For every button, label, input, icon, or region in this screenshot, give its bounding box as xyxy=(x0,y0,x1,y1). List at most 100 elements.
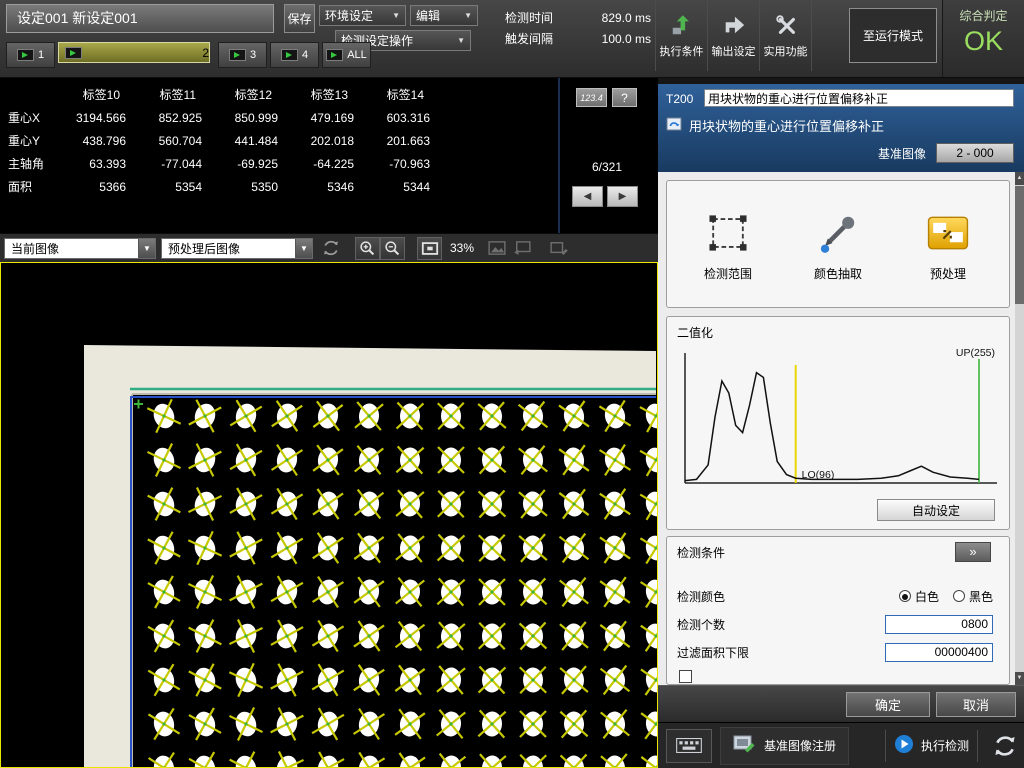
detect-count-label: 检测个数 xyxy=(677,616,725,633)
scene-tab-1[interactable]: 1 xyxy=(6,42,55,68)
ball-marker xyxy=(188,487,221,520)
unit-description: 用块状物的重心进行位置偏移补正 xyxy=(666,116,884,135)
tab-label: 1 xyxy=(38,49,44,61)
numeric-display-button[interactable]: 123.4 xyxy=(576,88,607,107)
detect-color-label: 检测颜色 xyxy=(677,588,725,605)
camera-image-view[interactable] xyxy=(0,262,658,768)
binarization-title: 二值化 xyxy=(677,324,713,341)
titlebar: 设定001 新设定001 保存 环境设定 ▼ 编辑 ▼ 检测设定操作 ▼ 检测时… xyxy=(0,0,1024,78)
ball-marker xyxy=(478,446,505,473)
utility-tools-icon xyxy=(774,13,798,40)
scrollbar-thumb[interactable] xyxy=(1015,186,1024,304)
refresh-image-button[interactable] xyxy=(318,237,343,260)
run-test-button[interactable]: 执行检测 xyxy=(894,734,969,757)
white-radio[interactable] xyxy=(899,590,911,602)
expand-button[interactable]: » xyxy=(955,542,991,562)
scroll-down-icon[interactable]: ▼ xyxy=(1015,672,1024,685)
image-source-select[interactable]: 当前图像 ▼ xyxy=(4,238,156,259)
scroll-up-icon[interactable]: ▲ xyxy=(1015,172,1024,185)
utility-button[interactable]: 实用功能 xyxy=(760,0,812,71)
ball-marker xyxy=(519,578,546,605)
color-extract-button[interactable]: 颜色抽取 xyxy=(789,206,887,282)
scene-tab-4[interactable]: 4 xyxy=(270,42,319,68)
scrollbar[interactable]: ▲ ▼ xyxy=(1015,172,1024,685)
auto-set-button[interactable]: 自动设定 xyxy=(877,499,995,521)
ball-marker xyxy=(397,403,424,430)
ball-marker xyxy=(600,577,630,607)
ball-marker xyxy=(148,620,180,652)
table-row: 主轴角63.393-77.044-69.925-64.225-70.963 xyxy=(0,153,438,176)
ball-marker xyxy=(354,577,384,607)
ball-marker xyxy=(354,533,383,562)
reference-image-value[interactable]: 2 - 000 xyxy=(936,143,1014,163)
ball-marker xyxy=(396,578,425,607)
detect-region-button[interactable]: 检测范围 xyxy=(679,206,777,282)
run-mode-button[interactable]: 至运行模式 xyxy=(849,8,937,63)
ball-marker xyxy=(396,490,424,518)
register-reference-button[interactable]: 基准图像注册 xyxy=(720,727,849,765)
ball-marker xyxy=(148,488,181,521)
softkey-button[interactable] xyxy=(666,729,712,763)
ball-marker xyxy=(147,443,180,476)
environment-menu-label: 环境设定 xyxy=(325,7,373,24)
ball-marker xyxy=(438,447,464,473)
environment-menu[interactable]: 环境设定 ▼ xyxy=(319,5,406,26)
white-radio-label: 白色 xyxy=(915,588,939,605)
scene-title[interactable]: 设定001 新设定001 xyxy=(6,4,274,33)
save-button[interactable]: 保存 xyxy=(284,4,315,33)
image-edit-icon[interactable] xyxy=(546,237,571,260)
capture-back-icon[interactable] xyxy=(509,237,534,260)
zoom-in-button[interactable] xyxy=(355,237,380,260)
detect-count-row: 检测个数 xyxy=(677,613,993,635)
detect-count-input[interactable] xyxy=(885,615,993,634)
ball-marker xyxy=(479,667,506,694)
ball-marker xyxy=(229,619,262,652)
preprocess-label: 预处理 xyxy=(930,265,966,282)
ball-marker xyxy=(560,578,589,607)
table-cell: 603.316 xyxy=(362,107,438,130)
exec-condition-icon xyxy=(670,13,694,40)
black-radio[interactable] xyxy=(953,590,965,602)
ball-marker xyxy=(437,754,466,767)
table-cell: 479.169 xyxy=(286,107,362,130)
ball-marker xyxy=(641,709,657,739)
partial-checkbox[interactable] xyxy=(679,670,692,683)
table-header-row: 标签10标签11标签12标签13标签14 xyxy=(0,84,438,107)
fit-to-window-button[interactable] xyxy=(417,237,442,260)
refresh-measure-icon[interactable] xyxy=(986,727,1024,765)
ball-marker xyxy=(560,710,587,737)
ball-marker xyxy=(640,488,657,520)
ok-button[interactable]: 确定 xyxy=(846,692,930,717)
scene-tab-ALL[interactable]: ALL xyxy=(322,42,371,68)
scene-tab-2[interactable]: 2 xyxy=(58,42,210,63)
snapshot-icon[interactable] xyxy=(484,237,509,260)
edit-menu[interactable]: 编辑 ▼ xyxy=(410,5,478,26)
filter-area-input[interactable] xyxy=(885,643,993,662)
row-label: 重心Y xyxy=(0,130,58,153)
scene-tab-3[interactable]: 3 xyxy=(218,42,267,68)
unit-header: T200 用块状物的重心进行位置偏移补正 基准图像 2 - 000 xyxy=(658,84,1024,172)
ball-marker xyxy=(355,402,383,430)
ball-marker xyxy=(601,754,629,767)
column-header: 标签10 xyxy=(58,84,134,107)
cancel-button[interactable]: 取消 xyxy=(936,692,1016,717)
ball-marker xyxy=(559,401,589,431)
next-page-button[interactable]: ▶ xyxy=(607,186,638,207)
run-test-icon xyxy=(894,734,914,757)
image-toolbar: 当前图像 ▼ 预处理后图像 ▼ 33% xyxy=(0,233,658,262)
output-settings-button[interactable]: 输出设定 xyxy=(708,0,760,71)
ball-marker xyxy=(478,710,505,737)
prev-page-button[interactable]: ◀ xyxy=(572,186,603,207)
unit-title-input[interactable] xyxy=(704,89,1014,107)
display-mode-select[interactable]: 预处理后图像 ▼ xyxy=(161,238,313,259)
ball-marker xyxy=(149,753,180,767)
table-cell: 201.663 xyxy=(362,130,438,153)
ball-marker xyxy=(520,623,547,650)
help-button[interactable]: ? xyxy=(612,88,637,107)
table-cell: 850.999 xyxy=(210,107,286,130)
exec-condition-button[interactable]: 执行条件 xyxy=(656,0,708,71)
preprocess-button[interactable]: 预处理 xyxy=(899,206,997,282)
divider xyxy=(885,730,886,762)
zoom-out-button[interactable] xyxy=(380,237,405,260)
column-header: 标签14 xyxy=(362,84,438,107)
